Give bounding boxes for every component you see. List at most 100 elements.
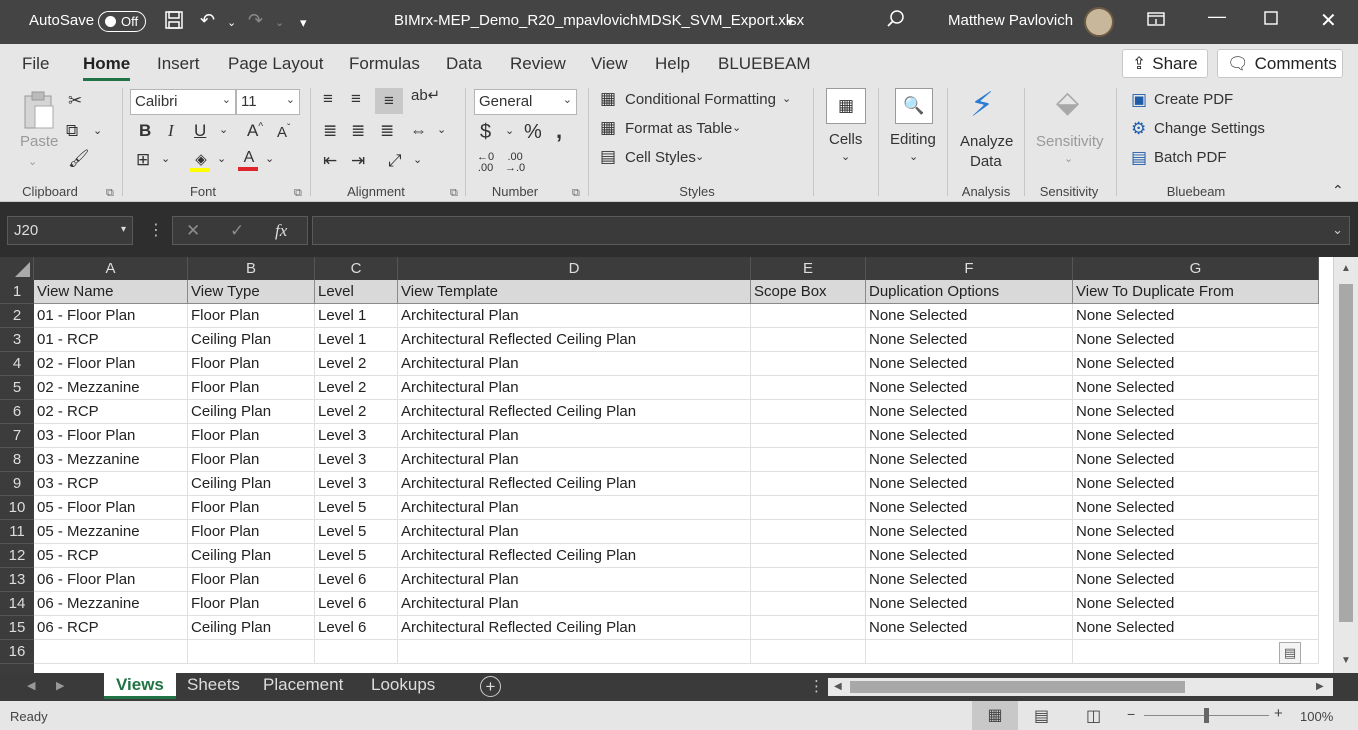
table-cell[interactable]	[751, 496, 866, 520]
row-header[interactable]: 2	[0, 304, 34, 328]
align-bottom-icon[interactable]: ≡	[375, 88, 403, 114]
underline-dropdown-icon[interactable]: ⌄	[219, 125, 228, 136]
table-cell[interactable]	[751, 400, 866, 424]
horizontal-scrollbar[interactable]: ◀ ▶	[828, 678, 1333, 696]
bold-icon[interactable]: B	[139, 122, 151, 139]
tab-view[interactable]: View	[591, 54, 628, 74]
column-header-c[interactable]: C	[315, 257, 398, 280]
table-cell[interactable]: None Selected	[1073, 616, 1319, 640]
table-cell[interactable]: Level 2	[315, 400, 398, 424]
table-cell[interactable]: Level 6	[315, 592, 398, 616]
vertical-scrollbar[interactable]: ▲ ▼	[1333, 257, 1358, 673]
table-cell[interactable]: None Selected	[866, 592, 1073, 616]
table-cell[interactable]	[751, 616, 866, 640]
table-cell[interactable]: Floor Plan	[188, 376, 315, 400]
cancel-icon[interactable]: ✕	[186, 221, 200, 241]
avatar[interactable]	[1084, 7, 1114, 37]
table-cell[interactable]	[751, 592, 866, 616]
table-cell[interactable]: None Selected	[1073, 400, 1319, 424]
underline-icon[interactable]: U	[194, 122, 206, 139]
row-header[interactable]: 12	[0, 544, 34, 568]
table-cell[interactable]: None Selected	[866, 472, 1073, 496]
table-cell[interactable]: 03 - RCP	[34, 472, 188, 496]
table-cell[interactable]: 01 - Floor Plan	[34, 304, 188, 328]
table-cell[interactable]: None Selected	[1073, 520, 1319, 544]
next-sheet-icon[interactable]: ▶	[56, 679, 64, 692]
column-header-d[interactable]: D	[398, 257, 751, 280]
table-cell[interactable]	[751, 640, 866, 664]
table-cell[interactable]: Architectural Plan	[398, 376, 751, 400]
normal-view-icon[interactable]: ▦	[972, 701, 1018, 730]
table-cell[interactable]	[751, 472, 866, 496]
header-cell[interactable]: View Name	[34, 280, 188, 304]
row-header[interactable]	[0, 664, 34, 673]
table-cell[interactable]: 02 - RCP	[34, 400, 188, 424]
table-cell[interactable]: Floor Plan	[188, 448, 315, 472]
minimize-icon[interactable]: —	[1208, 6, 1226, 27]
table-cell[interactable]: Ceiling Plan	[188, 616, 315, 640]
table-cell[interactable]: Level 6	[315, 616, 398, 640]
row-header[interactable]: 14	[0, 592, 34, 616]
table-cell[interactable]	[751, 520, 866, 544]
sheet-tab-views[interactable]: Views	[104, 673, 176, 699]
tab-bluebeam[interactable]: BLUEBEAM	[718, 54, 811, 74]
table-cell[interactable]: Floor Plan	[188, 568, 315, 592]
table-cell[interactable]: Architectural Plan	[398, 520, 751, 544]
row-header[interactable]: 8	[0, 448, 34, 472]
table-cell[interactable]	[34, 640, 188, 664]
table-cell[interactable]: Level 2	[315, 376, 398, 400]
comma-style-icon[interactable]: ,	[556, 120, 562, 142]
borders-dropdown-icon[interactable]: ⌄	[161, 154, 170, 165]
paste-dropdown-icon[interactable]: ⌄	[28, 157, 37, 168]
cut-icon[interactable]: ✂	[68, 92, 82, 109]
table-cell[interactable]: Floor Plan	[188, 592, 315, 616]
table-cell[interactable]: Architectural Plan	[398, 352, 751, 376]
column-header-f[interactable]: F	[866, 257, 1073, 280]
table-cell[interactable]	[188, 640, 315, 664]
table-dropdown-icon[interactable]: ⌄	[732, 123, 741, 134]
conditional-dropdown-icon[interactable]: ⌄	[782, 94, 791, 105]
table-cell[interactable]: None Selected	[866, 304, 1073, 328]
table-cell[interactable]	[751, 376, 866, 400]
table-cell[interactable]: Ceiling Plan	[188, 544, 315, 568]
table-cell[interactable]: 06 - RCP	[34, 616, 188, 640]
table-cell[interactable]: None Selected	[1073, 424, 1319, 448]
table-cell[interactable]: 03 - Floor Plan	[34, 424, 188, 448]
number-format-combo[interactable]: General ⌄	[474, 89, 577, 115]
expand-formula-icon[interactable]: ⌄	[1332, 222, 1343, 238]
table-cell[interactable]	[315, 640, 398, 664]
editing-button[interactable]: 🔍 Editing ⌄	[890, 88, 938, 176]
tab-page-layout[interactable]: Page Layout	[228, 54, 323, 74]
cell-styles-icon[interactable]: ▤	[600, 148, 616, 165]
table-cell[interactable]: Level 5	[315, 496, 398, 520]
conditional-formatting-icon[interactable]: ▦	[600, 90, 616, 107]
conditional-formatting-button[interactable]: Conditional Formatting	[625, 91, 776, 108]
table-cell[interactable]: Architectural Reflected Ceiling Plan	[398, 400, 751, 424]
orientation-icon[interactable]: ⤢	[388, 152, 402, 169]
autosave-toggle[interactable]: Off	[98, 11, 146, 32]
table-cell[interactable]: Ceiling Plan	[188, 400, 315, 424]
table-cell[interactable]: None Selected	[866, 568, 1073, 592]
create-pdf-icon[interactable]: ▣	[1131, 91, 1147, 108]
table-cell[interactable]: 05 - Floor Plan	[34, 496, 188, 520]
row-header[interactable]: 11	[0, 520, 34, 544]
settings-icon[interactable]: ⚙	[1131, 120, 1146, 137]
table-cell[interactable]	[398, 640, 751, 664]
percent-style-icon[interactable]: %	[524, 122, 542, 142]
table-cell[interactable]: Architectural Plan	[398, 304, 751, 328]
change-settings-button[interactable]: Change Settings	[1154, 120, 1265, 137]
name-box[interactable]: J20 ▾	[7, 216, 133, 245]
table-cell[interactable]: Floor Plan	[188, 352, 315, 376]
redo-dropdown-icon[interactable]: ⌄	[275, 16, 284, 29]
table-cell[interactable]	[751, 568, 866, 592]
maximize-icon[interactable]	[1263, 10, 1279, 31]
quick-analysis-icon[interactable]: ▤	[1279, 642, 1301, 664]
page-break-preview-icon[interactable]: ◫	[1086, 706, 1101, 726]
sensitivity-button[interactable]: ⬙ Sensitivity ⌄	[1034, 88, 1106, 176]
table-cell[interactable]: Architectural Plan	[398, 448, 751, 472]
increase-decimal-icon[interactable]: ←0.00	[477, 152, 494, 174]
tab-formulas[interactable]: Formulas	[349, 54, 420, 74]
tab-data[interactable]: Data	[446, 54, 482, 74]
header-cell[interactable]: Level	[315, 280, 398, 304]
header-cell[interactable]: View Type	[188, 280, 315, 304]
